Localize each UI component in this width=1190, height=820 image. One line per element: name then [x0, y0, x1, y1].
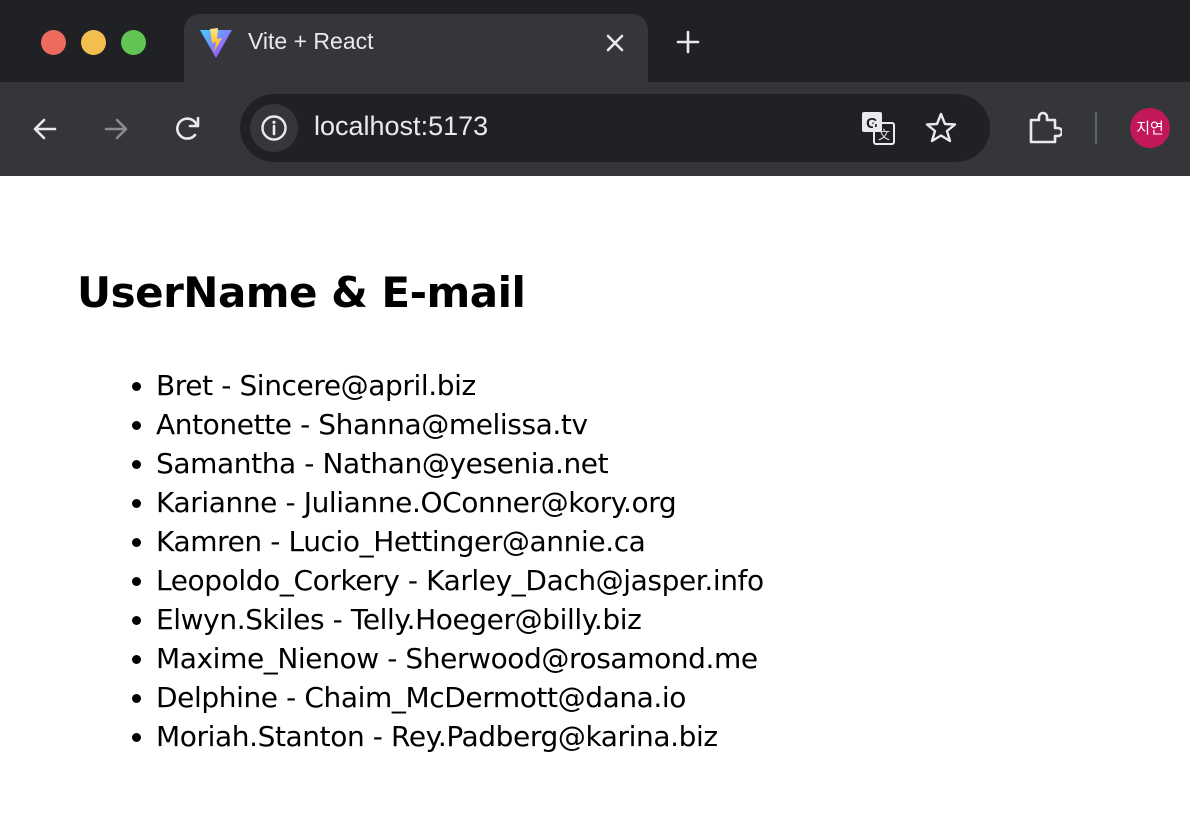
username: Maxime_Nienow [156, 642, 379, 675]
close-tab-icon[interactable] [602, 30, 628, 56]
list-item: Bret - Sincere@april.biz [156, 366, 764, 405]
user-list: Bret - Sincere@april.bizAntonette - Shan… [110, 366, 764, 756]
bookmark-star-icon[interactable] [924, 111, 958, 145]
zoom-window-button[interactable] [121, 30, 146, 55]
back-icon[interactable] [30, 114, 60, 144]
new-tab-icon[interactable] [673, 27, 703, 57]
email: Nathan@yesenia.net [322, 447, 609, 480]
close-window-button[interactable] [41, 30, 66, 55]
email: Chaim_McDermott@dana.io [304, 681, 687, 714]
list-item: Samantha - Nathan@yesenia.net [156, 444, 764, 483]
email: Rey.Padberg@karina.biz [391, 720, 718, 753]
toolbar-divider [1095, 112, 1097, 144]
reload-icon[interactable] [173, 113, 203, 143]
email: Sherwood@rosamond.me [405, 642, 758, 675]
site-info-icon [261, 115, 287, 141]
browser-tab[interactable]: Vite + React [184, 14, 648, 82]
address-bar[interactable]: localhost:5173 G 文 [240, 94, 990, 162]
username: Leopoldo_Corkery [156, 564, 400, 597]
profile-avatar[interactable]: 지연 [1130, 108, 1170, 148]
email: Sincere@april.biz [239, 369, 476, 402]
list-item: Elwyn.Skiles - Telly.Hoeger@billy.biz [156, 600, 764, 639]
username: Karianne [156, 486, 277, 519]
list-item: Karianne - Julianne.OConner@kory.org [156, 483, 764, 522]
username: Elwyn.Skiles [156, 603, 325, 636]
vite-logo-icon [200, 28, 232, 58]
list-item: Antonette - Shanna@melissa.tv [156, 405, 764, 444]
username: Moriah.Stanton [156, 720, 365, 753]
username: Bret [156, 369, 213, 402]
tab-strip: Vite + React [0, 0, 1190, 82]
email: Karley_Dach@jasper.info [426, 564, 764, 597]
list-item: Moriah.Stanton - Rey.Padberg@karina.biz [156, 717, 764, 756]
email: Lucio_Hettinger@annie.ca [288, 525, 646, 558]
page-title: UserName & E-mail [77, 268, 526, 317]
username: Delphine [156, 681, 278, 714]
list-item: Leopoldo_Corkery - Karley_Dach@jasper.in… [156, 561, 764, 600]
url-text[interactable]: localhost:5173 [314, 111, 488, 142]
tab-title: Vite + React [248, 28, 374, 54]
svg-text:文: 文 [878, 127, 890, 142]
email: Telly.Hoeger@billy.biz [350, 603, 642, 636]
extensions-icon[interactable] [1026, 110, 1062, 146]
forward-icon[interactable] [101, 114, 131, 144]
site-info-button[interactable] [250, 104, 298, 152]
translate-icon[interactable]: G 文 [860, 110, 896, 146]
email: Shanna@melissa.tv [318, 408, 588, 441]
list-item: Delphine - Chaim_McDermott@dana.io [156, 678, 764, 717]
page-content: UserName & E-mail Bret - Sincere@april.b… [0, 176, 1190, 820]
username: Kamren [156, 525, 262, 558]
username: Samantha [156, 447, 296, 480]
list-item: Kamren - Lucio_Hettinger@annie.ca [156, 522, 764, 561]
minimize-window-button[interactable] [81, 30, 106, 55]
list-item: Maxime_Nienow - Sherwood@rosamond.me [156, 639, 764, 678]
username: Antonette [156, 408, 292, 441]
email: Julianne.OConner@kory.org [303, 486, 677, 519]
browser-toolbar: localhost:5173 G 文 지연 [0, 82, 1190, 176]
